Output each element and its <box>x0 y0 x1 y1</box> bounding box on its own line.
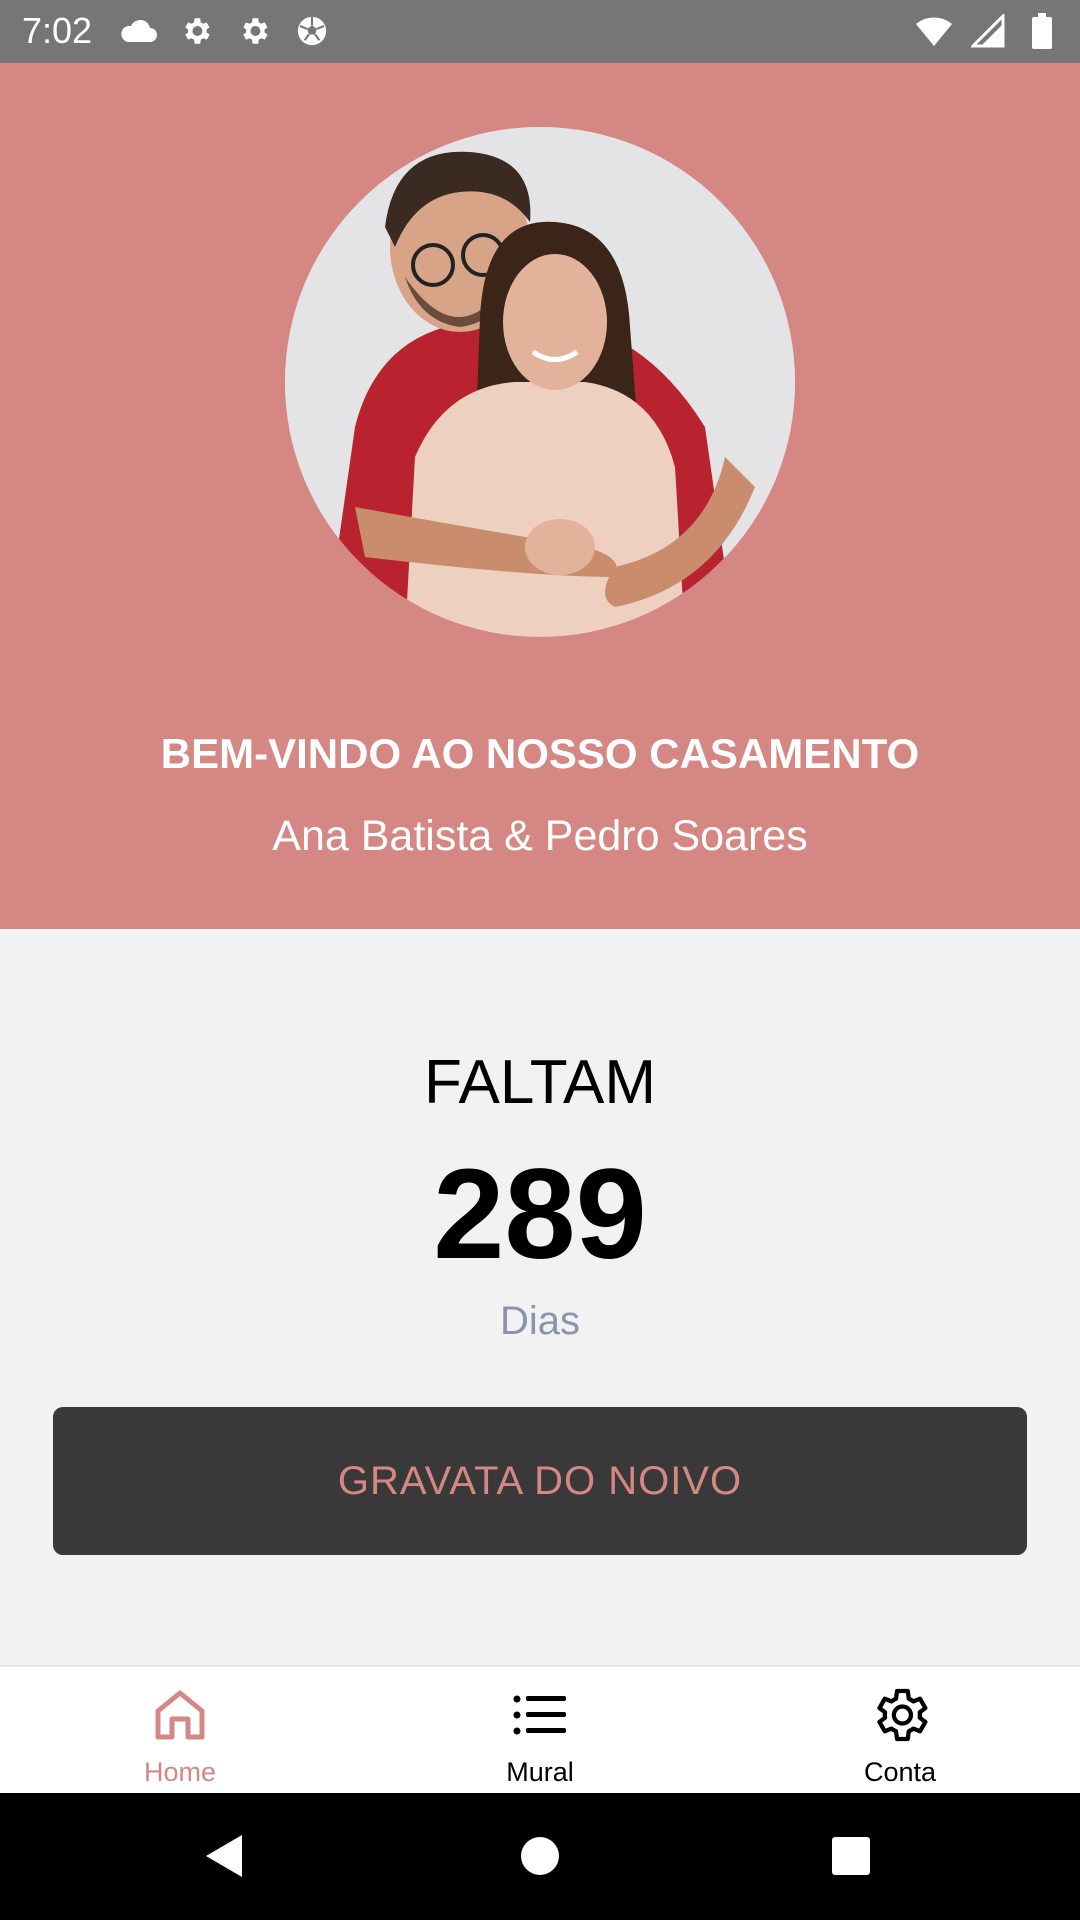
status-bar: 7:02 <box>0 0 1080 63</box>
system-nav-bar <box>0 1793 1080 1920</box>
home-icon <box>148 1683 212 1747</box>
soccer-ball-icon <box>292 10 332 52</box>
status-icons-left <box>118 10 332 52</box>
gear-icon <box>176 10 216 52</box>
countdown-value: 289 <box>433 1143 647 1286</box>
list-icon <box>508 1683 572 1747</box>
welcome-title: BEM-VINDO AO NOSSO CASAMENTO <box>160 730 920 777</box>
gear-icon <box>234 10 274 52</box>
groom-tie-button[interactable]: GRAVATA DO NOIVO <box>53 1407 1027 1555</box>
nav-label-conta: Conta <box>863 1757 937 1787</box>
countdown-unit: Dias <box>499 1299 581 1343</box>
back-icon[interactable] <box>200 1831 250 1881</box>
recents-icon[interactable] <box>826 1831 876 1881</box>
nav-item-mural[interactable]: Mural <box>360 1667 720 1793</box>
nav-item-home[interactable]: Home <box>0 1667 360 1793</box>
status-icons-right <box>914 10 1062 52</box>
welcome-header: BEM-VINDO AO NOSSO CASAMENTO Ana Batista… <box>0 63 1080 929</box>
signal-icon <box>968 10 1008 52</box>
bottom-nav: Home Mural Conta <box>0 1665 1080 1793</box>
battery-icon <box>1022 10 1062 52</box>
gear-icon <box>868 1683 932 1747</box>
home-circle-icon[interactable] <box>515 1831 565 1881</box>
nav-item-conta[interactable]: Conta <box>720 1667 1080 1793</box>
nav-label-mural: Mural <box>506 1757 574 1787</box>
nav-label-home: Home <box>143 1757 217 1787</box>
countdown-label: FALTAM <box>424 1048 656 1117</box>
couple-photo <box>285 127 795 637</box>
status-time: 7:02 <box>22 10 93 51</box>
wifi-icon <box>914 10 954 52</box>
cloud-icon <box>118 10 158 52</box>
couple-names: Ana Batista & Pedro Soares <box>272 812 808 860</box>
